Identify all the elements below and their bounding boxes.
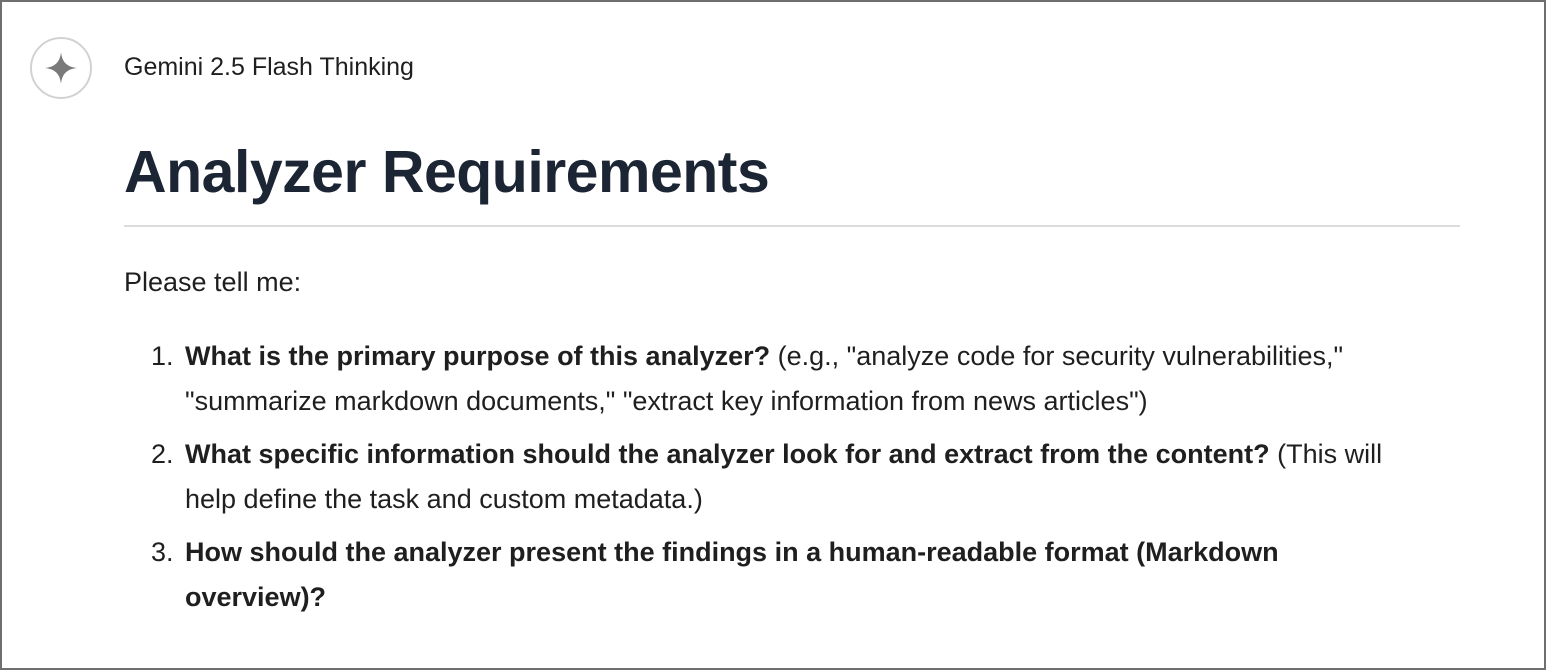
list-item-question: What specific information should the ana…	[185, 439, 1270, 469]
list-item-number: 1.	[151, 341, 174, 371]
list-item-number: 2.	[151, 439, 174, 469]
response-content: Analyzer Requirements Please tell me: 1.…	[124, 136, 1460, 628]
list-item: 3. How should the analyzer present the f…	[124, 530, 1425, 620]
requirements-list: 1. What is the primary purpose of this a…	[124, 334, 1460, 620]
list-item-number: 3.	[151, 537, 174, 567]
list-item-question: What is the primary purpose of this anal…	[185, 341, 771, 371]
list-item: 1. What is the primary purpose of this a…	[124, 334, 1425, 424]
model-avatar	[30, 37, 92, 99]
chat-window: Gemini 2.5 Flash Thinking Analyzer Requi…	[0, 0, 1546, 670]
intro-text: Please tell me:	[124, 267, 302, 297]
list-item: 2. What specific information should the …	[124, 432, 1425, 522]
response-heading: Analyzer Requirements	[124, 139, 770, 205]
heading-divider	[124, 225, 1460, 227]
sparkle-icon	[43, 50, 79, 86]
list-item-question: How should the analyzer present the find…	[185, 537, 1279, 612]
model-name: Gemini 2.5 Flash Thinking	[124, 53, 414, 81]
